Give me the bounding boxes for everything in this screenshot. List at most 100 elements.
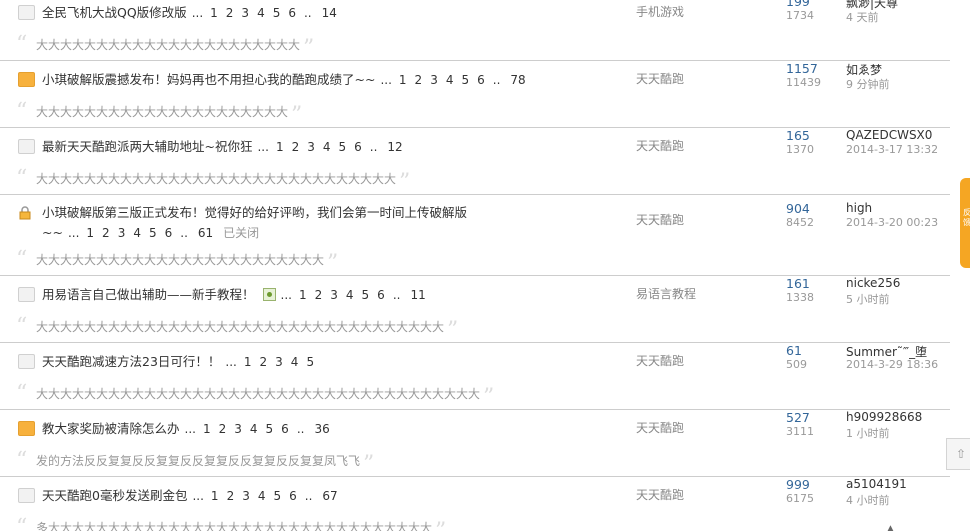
forum-link[interactable]: 天天酷跑 [636,486,684,503]
last-poster-link[interactable]: nicke256 [846,276,900,290]
page-link[interactable]: 1 [210,6,218,20]
page-link[interactable]: 1 [299,288,307,302]
page-link[interactable]: 2 [292,140,300,154]
page-link[interactable]: 2 [415,73,423,87]
feedback-side-tab[interactable]: 反馈 [960,178,970,268]
last-poster-link[interactable]: QAZEDCWSX0 [846,128,932,142]
page-link[interactable]: 4 [133,226,141,240]
page-link[interactable]: 5 [306,355,314,369]
page-link[interactable]: 4 [257,6,265,20]
page-link[interactable]: 1 [276,140,284,154]
open-quote-icon: “ [16,314,28,339]
view-count: 8452 [786,216,814,229]
last-poster-link[interactable]: high [846,201,872,215]
forum-link[interactable]: 天天酷跑 [636,137,684,154]
reply-count[interactable]: 1157 [786,61,818,76]
forum-link[interactable]: 天天酷跑 [636,419,684,436]
page-link[interactable]: 3 [241,6,249,20]
forum-link[interactable]: 天天酷跑 [636,352,684,369]
up-arrow-icon: ⇧ [956,447,967,461]
page-link[interactable]: 1 [86,226,94,240]
page-link[interactable]: 4 [446,73,454,87]
thread-title-link[interactable]: 教大家奖励被清除怎么办 [42,421,180,436]
page-link[interactable]: 4 [291,355,299,369]
thread-title-link[interactable]: 小琪破解版震撼发布！妈妈再也不用担心我的酷跑成绩了~~ [42,72,375,87]
reply-count[interactable]: 61 [786,343,802,358]
close-quote-icon: ” [399,170,411,195]
thread-title-area: 小琪破解版第三版正式发布！觉得好的给好评哟，我们会第一时间上传破解版~~... 1… [42,203,492,243]
reply-count[interactable]: 527 [786,410,810,425]
page-link[interactable]: 6 [477,73,485,87]
page-link[interactable]: 4 [346,288,354,302]
last-poster-link[interactable]: h909928668 [846,410,922,424]
last-poster-link[interactable]: a5104191 [846,477,907,491]
last-post-time: 2014-3-20 00:23 [846,216,939,229]
last-page-link[interactable]: 12 [387,140,402,154]
thread-title-link[interactable]: 最新天天酷跑派两大辅助地址~祝你狂 [42,139,252,154]
reply-count[interactable]: 904 [786,201,810,216]
thread-summary: “ 大大大大大大大大大大大大大大大大大大大大大大大大大大大大大大大大大大” [0,306,950,344]
open-quote-icon: “ [16,32,28,57]
last-page-link[interactable]: 61 [198,226,213,240]
page-link[interactable]: 3 [242,489,250,503]
forum-link[interactable]: 天天酷跑 [636,70,684,87]
page-link[interactable]: 1 [244,355,252,369]
page-link[interactable]: 2 [260,355,268,369]
forum-link[interactable]: 手机游戏 [636,3,684,20]
page-link[interactable]: 4 [323,140,331,154]
thread-row: 天天酷跑减速方法23日可行！！... 1 2 3 4 5 天天酷跑 61 509 Summer˜‴… [0,343,950,373]
page-link[interactable]: 4 [258,489,266,503]
page-link[interactable]: 5 [273,6,281,20]
reply-count[interactable]: 161 [786,276,810,291]
page-link[interactable]: 5 [362,288,370,302]
page-link[interactable]: 6 [165,226,173,240]
page-link[interactable]: 5 [461,73,469,87]
reply-count[interactable]: 199 [786,0,810,9]
page-link[interactable]: 6 [354,140,362,154]
last-page-link[interactable]: 11 [410,288,425,302]
thread-title-link[interactable]: 全民飞机大战QQ版修改版 [42,5,187,20]
page-link[interactable]: 1 [399,73,407,87]
last-page-link[interactable]: 36 [314,422,329,436]
forum-link[interactable]: 天天酷跑 [636,211,684,228]
open-quote-icon: “ [16,247,28,272]
page-link[interactable]: 6 [377,288,385,302]
page-link[interactable]: 3 [430,73,438,87]
page-link[interactable]: 5 [339,140,347,154]
page-link[interactable]: 1 [211,489,219,503]
page-gap: .. [369,140,378,154]
thread-title-link[interactable]: 天天酷跑0毫秒发送刷金包 [42,488,187,503]
page-ellipsis: ... [184,422,196,436]
view-count: 6175 [786,492,814,505]
page-link[interactable]: 5 [273,489,281,503]
last-page-link[interactable]: 67 [322,489,337,503]
page-link[interactable]: 3 [330,288,338,302]
page-link[interactable]: 4 [250,422,258,436]
thread-title-link[interactable]: 天天酷跑减速方法23日可行！！ [42,354,220,369]
page-link[interactable]: 3 [234,422,242,436]
summary-content: 大大大大大大大大大大大大大大大大大大大大大大大大大大大大大大大大大大 [36,320,445,334]
page-link[interactable]: 1 [203,422,211,436]
page-link[interactable]: 3 [275,355,283,369]
page-link[interactable]: 2 [226,6,234,20]
page-link[interactable]: 5 [266,422,274,436]
reply-count[interactable]: 999 [786,477,810,492]
reply-count[interactable]: 165 [786,128,810,143]
page-link[interactable]: 2 [102,226,110,240]
page-link[interactable]: 5 [149,226,157,240]
page-link[interactable]: 2 [219,422,227,436]
open-quote-icon: “ [16,99,28,124]
page-link[interactable]: 6 [289,489,297,503]
page-link[interactable]: 6 [281,422,289,436]
thread-title-link[interactable]: 用易语言自己做出辅助——新手教程！ [42,287,255,302]
page-link[interactable]: 3 [307,140,315,154]
forum-link[interactable]: 易语言教程 [636,285,696,302]
thread-item: 小琪破解版第三版正式发布！觉得好的给好评哟，我们会第一时间上传破解版~~... 1… [0,195,950,276]
page-link[interactable]: 2 [227,489,235,503]
page-link[interactable]: 2 [315,288,323,302]
page-link[interactable]: 3 [118,226,126,240]
last-page-link[interactable]: 78 [510,73,525,87]
page-link[interactable]: 6 [288,6,296,20]
last-page-link[interactable]: 14 [322,6,337,20]
back-to-top-button[interactable]: ⇧ [946,438,970,470]
